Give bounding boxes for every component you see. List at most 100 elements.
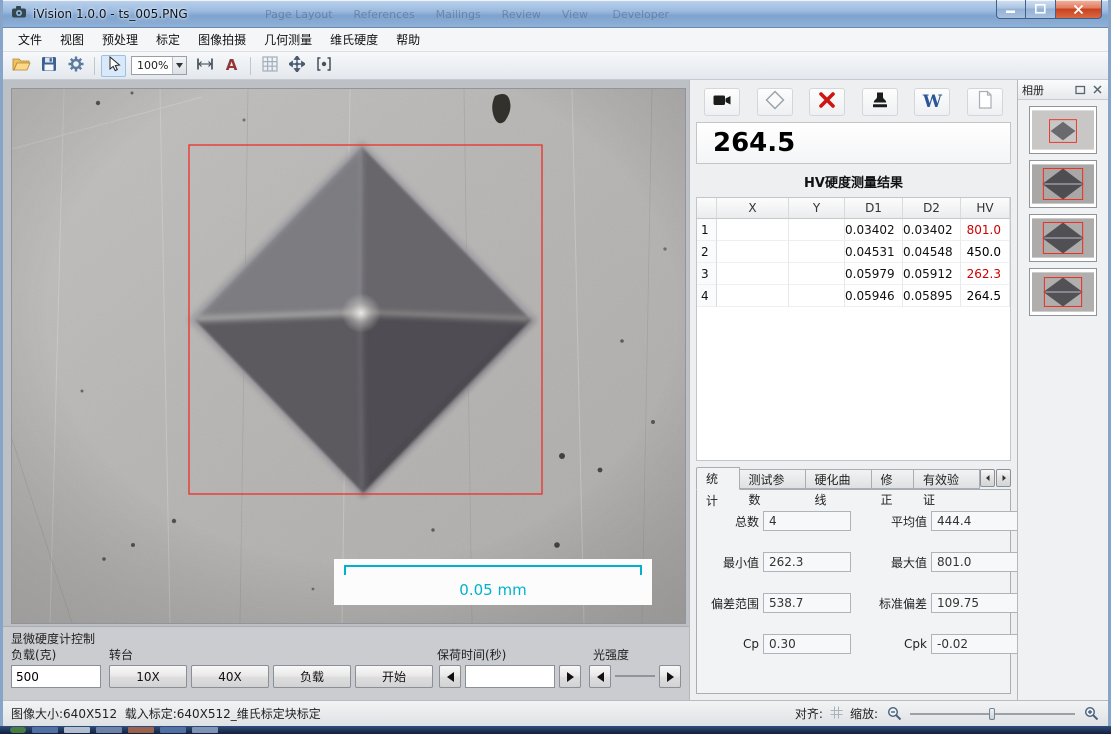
align-label: 对齐:	[795, 705, 823, 722]
toolbar-separator	[250, 57, 251, 75]
hardness-control-panel: 显微硬度计控制 负载(克) 转台 保荷时间(秒) 光强度 10X 40X 负载 …	[3, 626, 689, 700]
stat-stddev-value: 109.75	[931, 593, 1019, 613]
stat-min-value: 262.3	[763, 552, 851, 572]
dwell-decrease-button[interactable]	[439, 665, 461, 688]
album-title: 相册	[1022, 82, 1070, 98]
capture-region-button[interactable]	[311, 55, 336, 77]
light-decrease-button[interactable]	[589, 665, 611, 688]
load-apply-button[interactable]: 负载	[273, 665, 351, 688]
tab-validation[interactable]: 有效验证	[914, 469, 980, 489]
turret-10x-button[interactable]: 10X	[109, 665, 187, 688]
image-viewport[interactable]: 0.05 mm	[11, 88, 686, 624]
camera-button[interactable]	[704, 88, 740, 116]
window-frame: iVision 1.0.0 - ts_005.PNG Page Layout R…	[0, 0, 1111, 726]
zoom-value: 100%	[132, 59, 172, 72]
table-row[interactable]: 3 0.05979 0.05912 262.3	[697, 263, 1010, 285]
menu-item-view[interactable]: 视图	[51, 30, 93, 50]
background-window-tabs: Page Layout References Mailings Review V…	[265, 8, 669, 21]
titlebar[interactable]: iVision 1.0.0 - ts_005.PNG Page Layout R…	[3, 0, 1108, 28]
close-button[interactable]	[1056, 0, 1102, 19]
cell-d2: 0.05912	[903, 263, 961, 285]
tab-statistics[interactable]: 统计	[696, 467, 740, 490]
results-toolbar: W	[696, 84, 1011, 120]
table-row[interactable]: 1 0.03402 0.03402 801.0	[697, 219, 1010, 241]
align-grid-icon[interactable]	[830, 706, 843, 722]
menu-item-vickers-hardness[interactable]: 维氏硬度	[321, 30, 387, 50]
capture-icon	[316, 56, 332, 76]
cell-d1: 0.03402	[845, 219, 903, 241]
stat-max-value: 801.0	[931, 552, 1019, 572]
stat-label-stddev: 标准偏差	[855, 595, 927, 612]
row-index: 1	[697, 219, 717, 241]
album-thumbnail[interactable]	[1029, 106, 1097, 154]
results-title: HV硬度测量结果	[696, 164, 1011, 197]
measure-tool-button[interactable]	[192, 55, 217, 77]
save-icon	[41, 56, 57, 76]
stat-cp-value: 0.30	[763, 634, 851, 654]
windows-taskbar[interactable]	[0, 726, 1111, 734]
open-file-button[interactable]	[9, 55, 34, 77]
tab-hardening-curve[interactable]: 硬化曲线	[806, 469, 872, 489]
taskbar-item[interactable]	[64, 727, 90, 733]
zoom-slider-handle[interactable]	[989, 708, 995, 720]
menu-item-calibration[interactable]: 标定	[147, 30, 189, 50]
start-button[interactable]	[10, 727, 26, 733]
table-row[interactable]: 4 0.05946 0.05895 264.5	[697, 285, 1010, 307]
export-word-button[interactable]: W	[914, 88, 950, 116]
grid-toggle-button[interactable]	[257, 55, 282, 77]
zoom-slider[interactable]	[910, 707, 1075, 721]
microscope-image[interactable]: 0.05 mm	[12, 89, 685, 623]
start-button[interactable]: 开始	[355, 665, 433, 688]
menu-item-help[interactable]: 帮助	[387, 30, 429, 50]
taskbar-item[interactable]	[192, 727, 218, 733]
dwell-increase-button[interactable]	[559, 665, 581, 688]
delete-button[interactable]	[809, 88, 845, 116]
cell-y	[789, 285, 845, 307]
tab-scroll-left-button[interactable]	[980, 469, 995, 487]
dwell-input[interactable]	[465, 665, 555, 688]
stamp-button[interactable]	[862, 88, 898, 116]
turret-40x-button[interactable]: 40X	[191, 665, 269, 688]
menu-item-geometry-measure[interactable]: 几何测量	[255, 30, 321, 50]
diamond-measure-button[interactable]	[757, 88, 793, 116]
album-float-button[interactable]	[1073, 83, 1087, 97]
taskbar-item[interactable]	[160, 727, 186, 733]
album-panel: 相册	[1017, 80, 1108, 700]
load-label: 负载(克)	[11, 646, 56, 663]
album-thumbnail[interactable]	[1029, 214, 1097, 262]
tab-test-params[interactable]: 测试参数	[740, 469, 806, 489]
menu-item-preprocess[interactable]: 预处理	[93, 30, 147, 50]
chevron-down-icon[interactable]	[172, 57, 186, 74]
new-document-button[interactable]	[967, 88, 1003, 116]
tab-scroll-right-button[interactable]	[996, 469, 1011, 487]
tab-correction[interactable]: 修正	[872, 469, 915, 489]
taskbar-item[interactable]	[96, 727, 122, 733]
zoom-select[interactable]: 100%	[131, 56, 187, 75]
album-close-button[interactable]	[1090, 83, 1104, 97]
taskbar-item[interactable]	[32, 727, 58, 733]
move-tool-button[interactable]	[284, 55, 309, 77]
zoom-in-button[interactable]	[1082, 705, 1100, 723]
light-increase-button[interactable]	[659, 665, 681, 688]
menu-item-image-capture[interactable]: 图像拍摄	[189, 30, 255, 50]
settings-button[interactable]	[63, 55, 88, 77]
save-button[interactable]	[36, 55, 61, 77]
text-tool-button[interactable]: A	[219, 55, 244, 77]
load-input[interactable]	[11, 665, 101, 688]
results-table[interactable]: X Y D1 D2 HV 1 0.03402 0.03402 801.0 2	[696, 197, 1011, 461]
light-slider[interactable]	[615, 675, 655, 677]
album-thumbnail[interactable]	[1029, 268, 1097, 316]
album-thumbnail[interactable]	[1029, 160, 1097, 208]
scale-bar: 0.05 mm	[334, 559, 652, 605]
taskbar-item[interactable]	[128, 727, 154, 733]
table-row[interactable]: 2 0.04531 0.04548 450.0	[697, 241, 1010, 263]
zoom-out-button[interactable]	[885, 705, 903, 723]
arrow-left-icon	[447, 672, 454, 682]
caliper-icon	[196, 56, 214, 76]
letter-a-icon: A	[226, 58, 238, 73]
menu-item-file[interactable]: 文件	[9, 30, 51, 50]
pointer-tool-button[interactable]	[101, 55, 126, 77]
minimize-button[interactable]	[996, 0, 1026, 19]
cell-d2: 0.05895	[903, 285, 961, 307]
maximize-button[interactable]	[1026, 0, 1056, 19]
